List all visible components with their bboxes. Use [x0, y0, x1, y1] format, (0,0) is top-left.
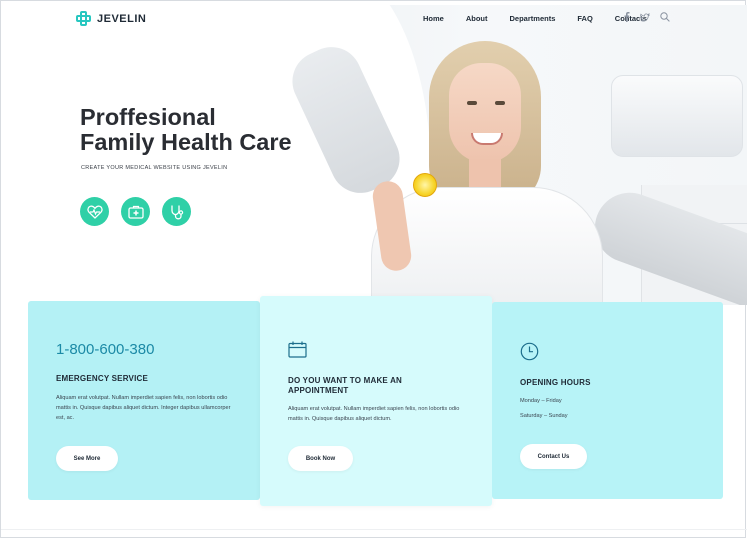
- brand-logo[interactable]: JEVELIN: [76, 11, 146, 26]
- card-text: Aliquam erat volutpat. Nullam imperdiet …: [288, 406, 460, 422]
- book-now-button[interactable]: Book Now: [288, 446, 353, 471]
- hours-weekend: Saturday – Sunday: [520, 413, 568, 419]
- search-icon[interactable]: [660, 12, 670, 24]
- doctor-portrait: [370, 41, 603, 307]
- opening-hours-card: OPENING HOURS Monday – Friday Saturday –…: [492, 302, 723, 499]
- facebook-icon[interactable]: [624, 12, 630, 24]
- dental-equipment: [611, 75, 743, 157]
- card-text: Aliquam erat volutpat. Nullam imperdiet …: [56, 395, 231, 421]
- heart-pulse-icon[interactable]: [80, 197, 109, 226]
- nav-faq[interactable]: FAQ: [577, 14, 592, 23]
- twitter-icon[interactable]: [640, 12, 650, 24]
- card-title: OPENING HOURS: [520, 378, 591, 387]
- nav-home[interactable]: Home: [423, 14, 444, 23]
- emergency-phone[interactable]: 1-800-600-380: [56, 341, 154, 358]
- lemon-slice: [413, 173, 437, 197]
- hours-weekdays: Monday – Friday: [520, 398, 562, 404]
- card-title: EMERGENCY SERVICE: [56, 374, 149, 383]
- emergency-card: 1-800-600-380 EMERGENCY SERVICE Aliquam …: [28, 301, 260, 500]
- clock-icon: [520, 342, 539, 366]
- stethoscope-icon[interactable]: [162, 197, 191, 226]
- hero-title: Proffesional Family Health Care: [80, 104, 292, 155]
- brand-name: JEVELIN: [97, 12, 147, 25]
- nav-about[interactable]: About: [466, 14, 488, 23]
- top-nav: JEVELIN Home About Departments FAQ Conta…: [1, 1, 747, 37]
- nav-departments[interactable]: Departments: [510, 14, 556, 23]
- medical-cross-icon: [76, 11, 91, 26]
- see-more-button[interactable]: See More: [56, 446, 118, 471]
- hero-feature-icons: [80, 197, 191, 226]
- social-links: [624, 12, 670, 24]
- page-frame: JEVELIN Home About Departments FAQ Conta…: [0, 0, 747, 538]
- medical-kit-icon[interactable]: [121, 197, 150, 226]
- contact-us-button[interactable]: Contact Us: [520, 444, 587, 469]
- divider: [1, 529, 747, 530]
- hero-subtitle: CREATE YOUR MEDICAL WEBSITE USING JEVELI…: [81, 165, 228, 171]
- calendar-icon: [288, 341, 307, 363]
- appointment-card: DO YOU WANT TO MAKE AN APPOINTMENT Aliqu…: [260, 296, 492, 506]
- card-title: DO YOU WANT TO MAKE AN APPOINTMENT: [288, 376, 403, 395]
